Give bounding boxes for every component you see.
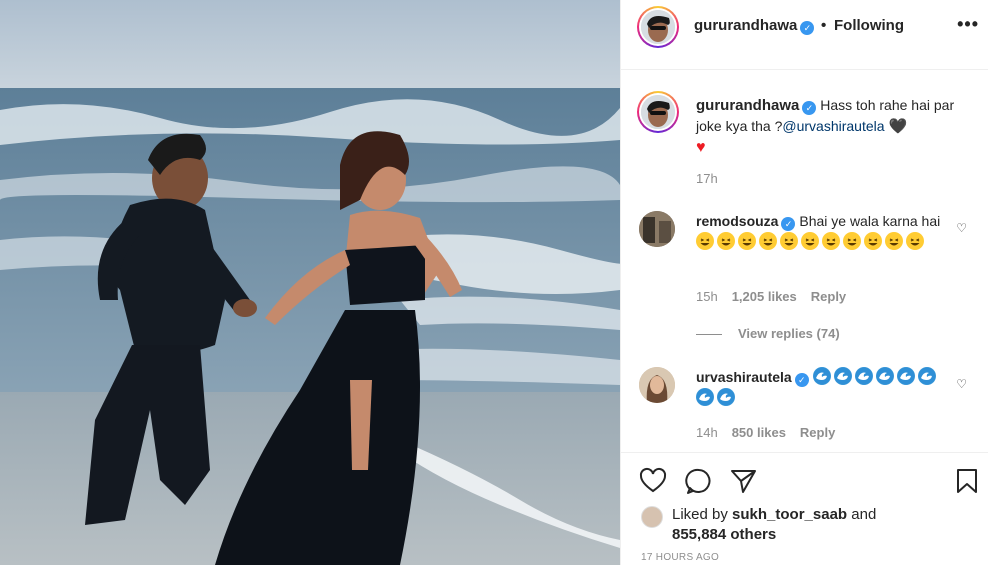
comments-list[interactable]: gururandhawa ✓ Hass toh rahe hai par joke… <box>621 71 988 451</box>
post-photo[interactable] <box>0 0 620 565</box>
share-paper-plane-icon[interactable] <box>729 467 757 495</box>
comment-timestamp: 15h <box>696 289 718 304</box>
replies-divider <box>696 334 722 336</box>
water-wave-emoji-icon <box>854 367 873 385</box>
comment-item: remodsouza ✓ Bhai ye wala karna hai <box>696 211 941 253</box>
beach-photo <box>0 0 620 565</box>
comment-avatar[interactable] <box>639 211 675 247</box>
reply-button[interactable]: Reply <box>800 425 835 440</box>
caption-author-avatar[interactable] <box>637 91 679 133</box>
comment-item: urvashirautela ✓ <box>696 367 941 409</box>
more-options-icon[interactable]: ••• <box>957 14 979 35</box>
comment-bubble-icon[interactable] <box>685 467 713 495</box>
water-wave-emoji-icon <box>833 367 852 385</box>
post-header: gururandhawa ✓ • Following ••• <box>621 0 988 70</box>
likes-count[interactable]: 855,884 others <box>672 526 776 543</box>
laughing-face-emoji-icon <box>843 232 861 250</box>
laughing-face-emoji-icon <box>780 232 798 250</box>
author-username-row[interactable]: gururandhawa ✓ <box>694 17 815 35</box>
like-heart-icon[interactable] <box>639 467 667 495</box>
following-button[interactable]: Following <box>834 17 904 34</box>
comment-username[interactable]: remodsouza <box>696 213 778 229</box>
laughing-face-emoji-icon <box>864 232 882 250</box>
laughing-face-emoji-icon <box>759 232 777 250</box>
liker-username[interactable]: sukh_toor_saab <box>732 506 847 523</box>
laughing-face-emoji-icon <box>906 232 924 250</box>
comment-meta: 14h 850 likes Reply <box>696 425 835 440</box>
comment-avatar[interactable] <box>639 367 675 403</box>
liker-avatar[interactable] <box>641 506 663 528</box>
comment-username[interactable]: urvashirautela <box>696 369 792 385</box>
like-comment-heart-icon[interactable]: ♡ <box>956 377 967 391</box>
author-username[interactable]: gururandhawa <box>694 17 797 34</box>
verified-badge-icon: ✓ <box>781 217 796 231</box>
water-wave-emoji-icon <box>717 388 735 406</box>
water-wave-emoji-icon <box>875 367 894 385</box>
caption-timestamp: 17h <box>696 171 718 186</box>
post-timestamp[interactable]: 17 HOURS AGO <box>641 552 719 563</box>
post-caption: gururandhawa ✓ Hass toh rahe hai par joke… <box>696 95 966 158</box>
comment-meta: 15h 1,205 likes Reply <box>696 289 846 304</box>
view-replies-button[interactable]: View replies (74) <box>696 326 840 341</box>
likes-summary: Liked by sukh_toor_saab and 855,884 othe… <box>672 505 876 545</box>
water-wave-emoji-icon <box>696 388 714 406</box>
author-avatar[interactable] <box>637 6 679 48</box>
view-replies-label: View replies (74) <box>738 326 840 341</box>
likes-prefix: Liked by <box>672 506 728 523</box>
comment-likes-count[interactable]: 850 likes <box>732 425 786 440</box>
comment-text: Bhai ye wala karna hai <box>799 213 941 229</box>
comment-likes-count[interactable]: 1,205 likes <box>732 289 797 304</box>
separator-dot: • <box>821 17 827 34</box>
red-heart-icon: ♥ <box>696 139 706 156</box>
verified-badge-icon: ✓ <box>800 21 815 35</box>
post-actions-bar <box>621 452 988 504</box>
verified-badge-icon: ✓ <box>794 373 809 387</box>
caption-mention-link[interactable]: @urvashirautela <box>782 118 884 134</box>
water-wave-emoji-icon <box>812 367 831 385</box>
like-comment-heart-icon[interactable]: ♡ <box>956 221 967 235</box>
likes-and: and <box>851 506 877 523</box>
laughing-face-emoji-icon <box>885 232 903 250</box>
laughing-face-emoji-icon <box>801 232 819 250</box>
reply-button[interactable]: Reply <box>811 289 846 304</box>
laughing-face-emoji-icon <box>738 232 756 250</box>
comment-emojis <box>696 232 927 250</box>
black-heart-icon: 🖤 <box>888 118 908 135</box>
verified-badge-icon: ✓ <box>802 101 817 115</box>
laughing-face-emoji-icon <box>717 232 735 250</box>
water-wave-emoji-icon <box>896 367 915 385</box>
save-bookmark-icon[interactable] <box>953 467 981 495</box>
laughing-face-emoji-icon <box>696 232 714 250</box>
comment-timestamp: 14h <box>696 425 718 440</box>
water-wave-emoji-icon <box>917 367 936 385</box>
caption-username[interactable]: gururandhawa <box>696 97 799 114</box>
laughing-face-emoji-icon <box>822 232 840 250</box>
post-sidebar: gururandhawa ✓ • Following ••• gururandha… <box>620 0 988 565</box>
